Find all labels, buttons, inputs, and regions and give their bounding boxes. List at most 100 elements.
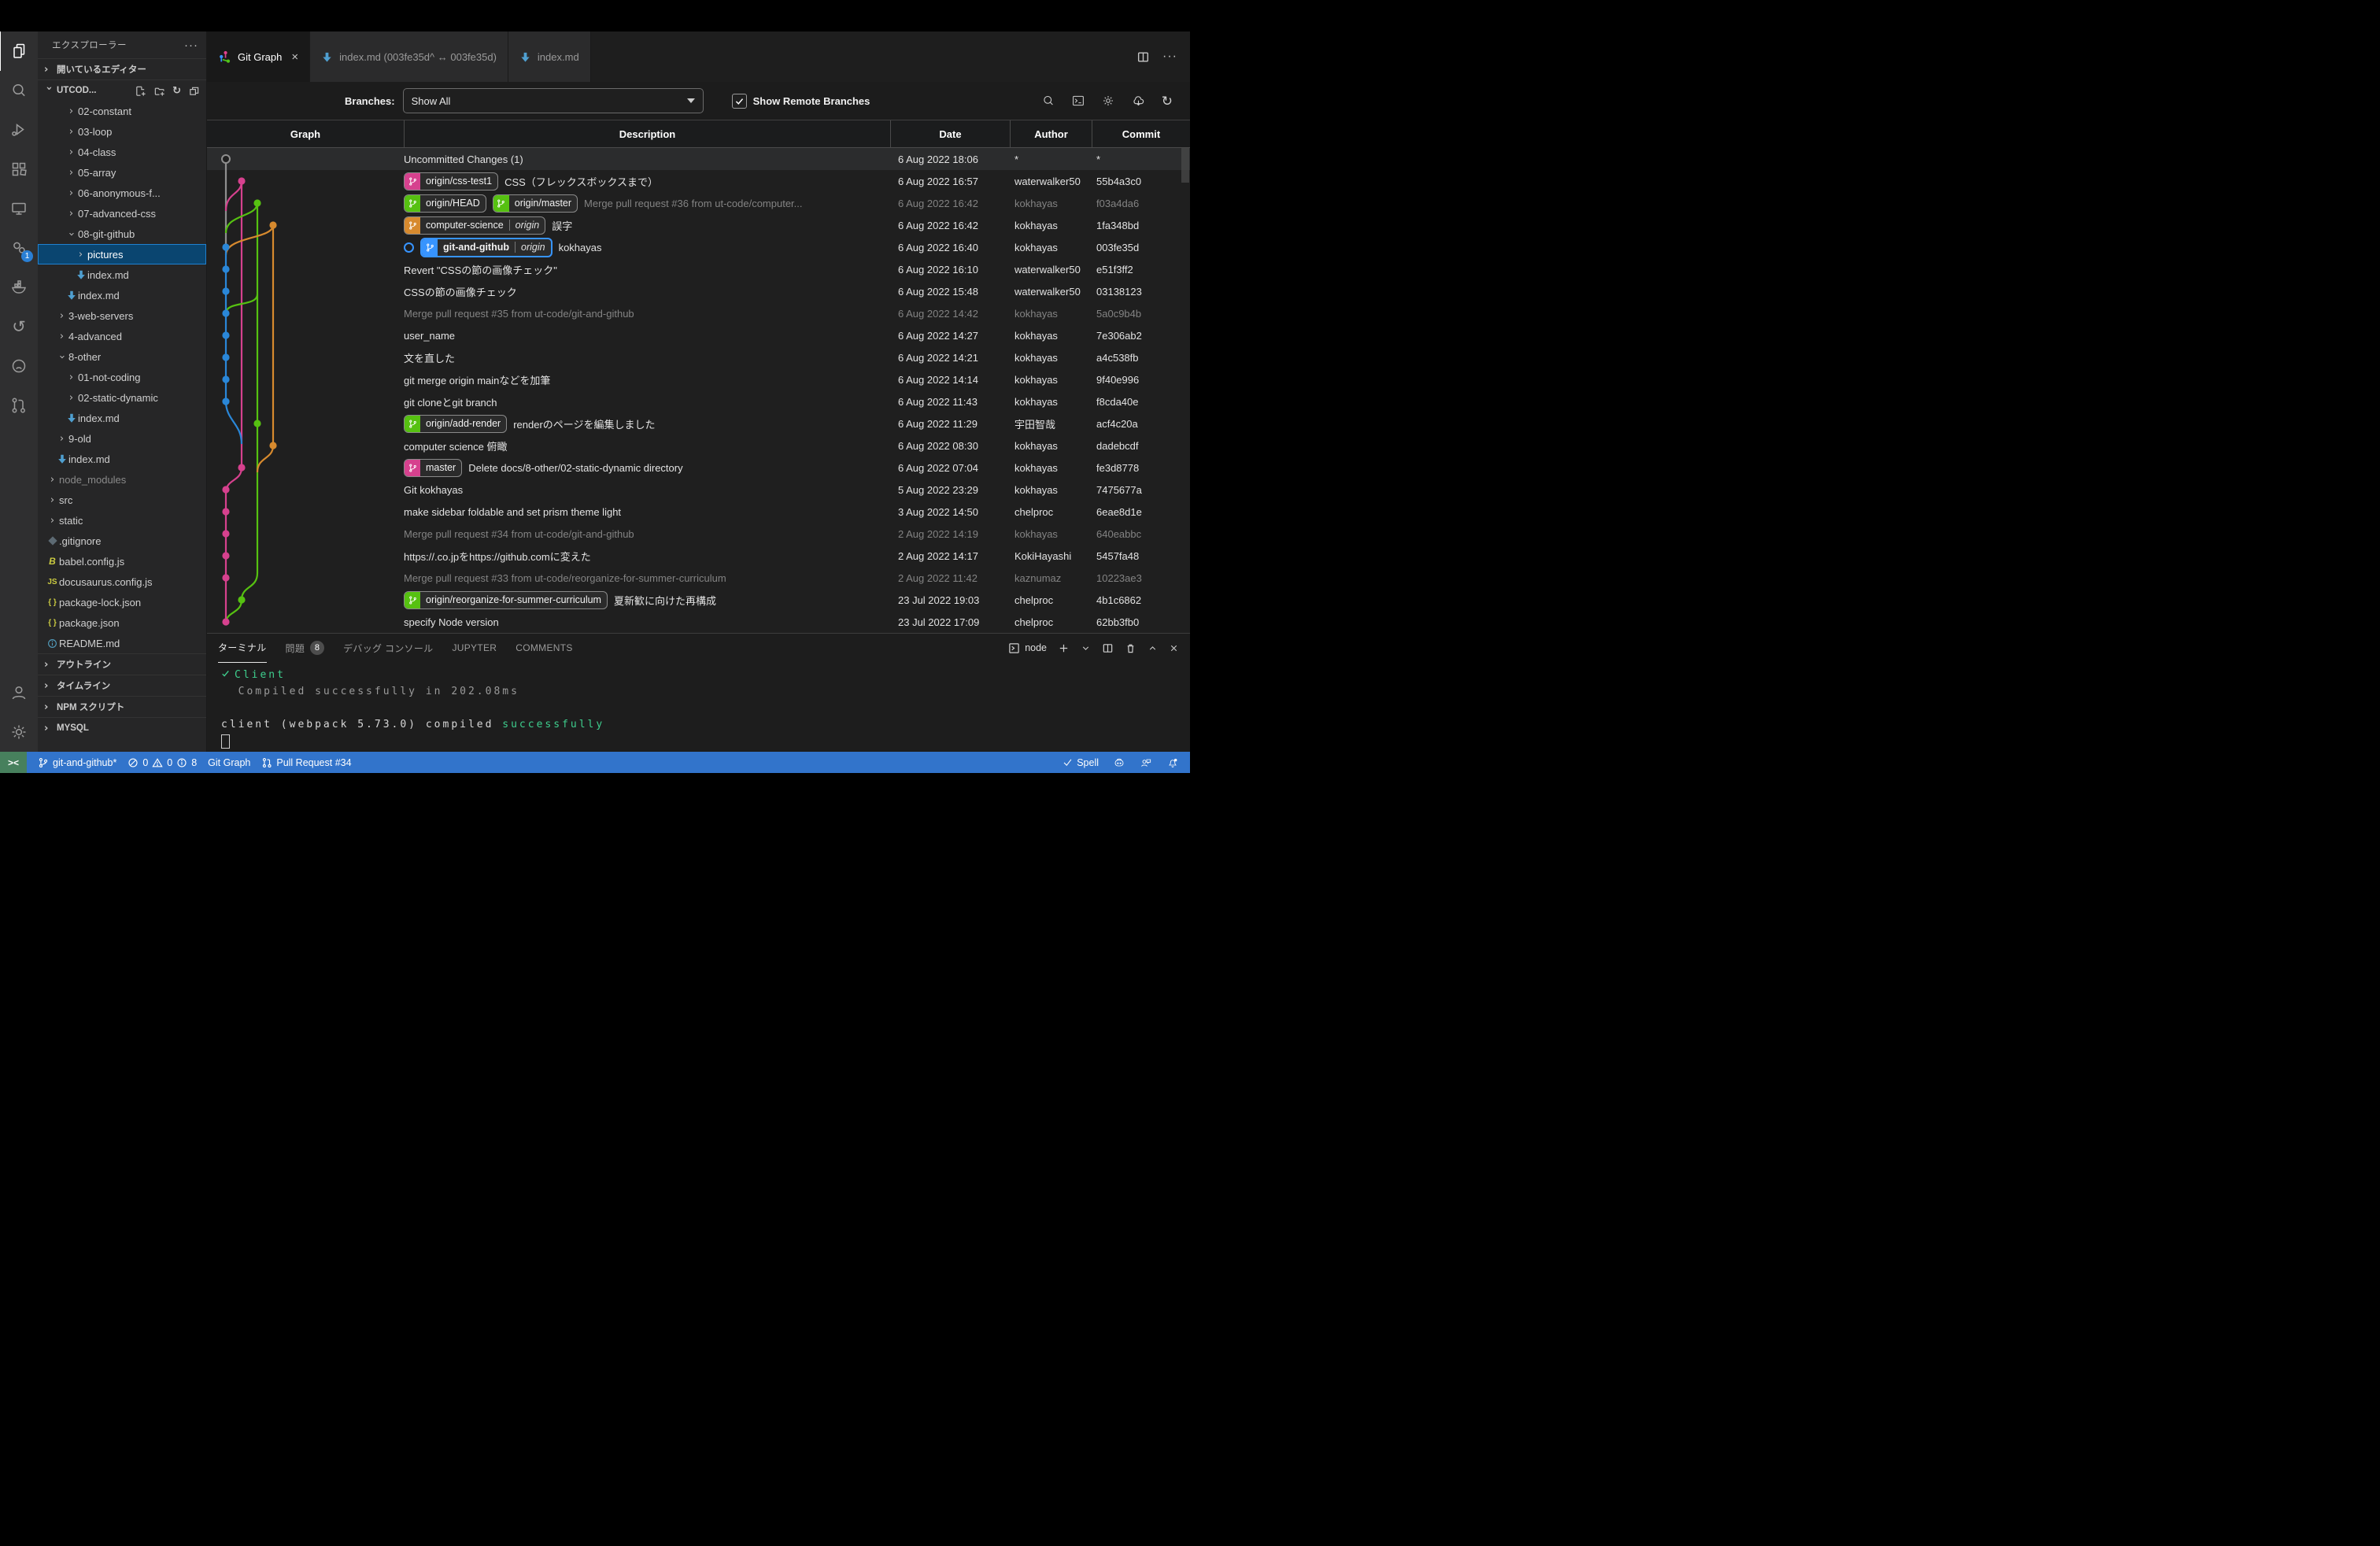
close-tab-icon[interactable]: × (291, 50, 298, 64)
commit-dot[interactable] (222, 353, 229, 361)
commit-row[interactable]: CSSの節の画像チェック6 Aug 2022 15:48waterwalker5… (207, 280, 1190, 302)
tree-item-docusaurus-config-js[interactable]: JSdocusaurus.config.js (38, 571, 206, 592)
commit-row[interactable]: Git kokhayas5 Aug 2022 23:29kokhayas7475… (207, 479, 1190, 501)
branch-badge[interactable]: origin/css-test1 (404, 172, 498, 190)
commit-dot[interactable] (222, 618, 229, 625)
commit-row[interactable]: git-and-githuboriginkokhayas6 Aug 2022 1… (207, 236, 1190, 258)
show-remote-branches-checkbox[interactable]: Show Remote Branches (732, 94, 870, 109)
commit-dot[interactable] (222, 552, 229, 559)
tree-item-08-git-github[interactable]: ›08-git-github (38, 224, 206, 244)
tree-item-src[interactable]: ›src (38, 490, 206, 510)
commit-dot[interactable] (253, 199, 261, 206)
commit-row[interactable]: git merge origin mainなどを加筆6 Aug 2022 14:… (207, 368, 1190, 390)
explorer-icon[interactable] (0, 31, 39, 71)
tree-item-index-md[interactable]: index.md (38, 449, 206, 469)
new-file-icon[interactable] (135, 85, 146, 97)
npm-scripts-section[interactable]: ›NPM スクリプト (38, 696, 206, 717)
mysql-section[interactable]: ›MYSQL (38, 717, 206, 738)
refresh-icon[interactable]: ↻ (1162, 94, 1173, 108)
tree-item-readme-md[interactable]: README.md (38, 633, 206, 653)
commit-dot[interactable] (269, 442, 276, 449)
commit-row[interactable]: origin/css-test1CSS（フレックスボックスまで）6 Aug 20… (207, 170, 1190, 192)
tree-item-4-advanced[interactable]: ›4-advanced (38, 326, 206, 346)
tab-problems[interactable]: 問題8 (286, 634, 325, 662)
tree-item-package-lock-json[interactable]: { }package-lock.json (38, 592, 206, 612)
commit-dot[interactable] (222, 486, 229, 493)
commit-dot[interactable] (222, 155, 230, 163)
commit-row[interactable]: Revert "CSSの節の画像チェック"6 Aug 2022 16:10wat… (207, 258, 1190, 280)
commit-row[interactable]: computer-scienceorigin誤字6 Aug 2022 16:42… (207, 214, 1190, 236)
branch-badge[interactable]: git-and-githuborigin (420, 238, 552, 257)
new-folder-icon[interactable] (153, 85, 165, 97)
branch-badge[interactable]: origin/add-render (404, 415, 507, 433)
commit-row[interactable]: specify Node version23 Jul 2022 17:09che… (207, 611, 1190, 633)
commit-row[interactable]: Merge pull request #34 from ut-code/git-… (207, 523, 1190, 545)
workspace-section[interactable]: › UTCOD... ↻ (38, 80, 206, 101)
remote-explorer-icon[interactable] (0, 189, 38, 228)
tree-item-index-md[interactable]: index.md (38, 285, 206, 305)
commit-dot[interactable] (238, 177, 245, 184)
commit-row[interactable]: user_name6 Aug 2022 14:27kokhayas7e306ab… (207, 324, 1190, 346)
account-icon[interactable] (0, 673, 38, 712)
branch-badge[interactable]: master (404, 459, 462, 477)
tree-item-index-md[interactable]: index.md (38, 408, 206, 428)
commit-row[interactable]: computer science 俯瞰6 Aug 2022 08:30kokha… (207, 435, 1190, 457)
tree-item-03-loop[interactable]: ›03-loop (38, 121, 206, 142)
kill-terminal-icon[interactable] (1125, 642, 1136, 654)
commit-dot[interactable] (222, 398, 229, 405)
terminal-output[interactable]: Client Compiled successfully in 202.08ms… (207, 662, 1190, 752)
open-editors-section[interactable]: › 開いているエディター (38, 58, 206, 80)
pull-request-activity-icon[interactable] (0, 386, 38, 425)
split-editor-icon[interactable] (1136, 50, 1150, 64)
commit-dot[interactable] (222, 508, 229, 515)
branch-status-item[interactable]: git-and-github* (38, 757, 116, 768)
tab-index-md[interactable]: index.md (508, 31, 591, 82)
commit-dot[interactable] (222, 574, 229, 581)
tree-item-01-not-coding[interactable]: ›01-not-coding (38, 367, 206, 387)
find-commit-icon[interactable] (1041, 94, 1055, 108)
settings-icon[interactable] (1101, 94, 1115, 108)
refresh-explorer-icon[interactable]: ↻ (172, 84, 181, 97)
notifications-bell-icon[interactable] (1166, 756, 1179, 769)
tree-item-06-anonymous-f-[interactable]: ›06-anonymous-f... (38, 183, 206, 203)
live-share-icon[interactable]: 1 (0, 228, 38, 268)
tree-item-node-modules[interactable]: ›node_modules (38, 469, 206, 490)
new-terminal-icon[interactable] (1058, 642, 1070, 654)
commit-row[interactable]: git cloneとgit branch6 Aug 2022 11:43kokh… (207, 390, 1190, 412)
tab-index-md-diff[interactable]: index.md (003fe35d^ ↔ 003fe35d) (310, 31, 508, 82)
tab-git-graph[interactable]: Git Graph × (207, 31, 310, 82)
commit-dot[interactable] (222, 309, 229, 316)
run-debug-icon[interactable] (0, 110, 38, 150)
settings-gear-icon[interactable] (0, 712, 38, 752)
tree-item-9-old[interactable]: ›9-old (38, 428, 206, 449)
commit-row[interactable]: 文を直した6 Aug 2022 14:21kokhayasa4c538fb (207, 346, 1190, 368)
commit-row[interactable]: https://.co.jpをhttps://github.comに変えた2 A… (207, 545, 1190, 567)
editor-more-actions-icon[interactable]: ··· (1162, 50, 1177, 64)
tree-item-02-static-dynamic[interactable]: ›02-static-dynamic (38, 387, 206, 408)
tree-item-3-web-servers[interactable]: ›3-web-servers (38, 305, 206, 326)
tab-terminal[interactable]: ターミナル (218, 634, 267, 663)
tree-item-05-array[interactable]: ›05-array (38, 162, 206, 183)
tree-item-07-advanced-css[interactable]: ›07-advanced-css (38, 203, 206, 224)
tree-item-02-constant[interactable]: ›02-constant (38, 101, 206, 121)
commit-dot[interactable] (222, 265, 229, 272)
commit-row[interactable]: masterDelete docs/8-other/02-static-dyna… (207, 457, 1190, 479)
commit-row[interactable]: origin/HEADorigin/masterMerge pull reque… (207, 192, 1190, 214)
commit-dot[interactable] (253, 420, 261, 427)
branch-badge[interactable]: origin/reorganize-for-summer-curriculum (404, 591, 608, 609)
explorer-more-icon[interactable]: ··· (184, 39, 198, 52)
tree-item-index-md[interactable]: index.md (38, 264, 206, 285)
feedback-icon[interactable] (1140, 756, 1152, 769)
tab-debug-console[interactable]: デバッグ コンソール (343, 634, 433, 662)
tree-item-babel-config-js[interactable]: Bbabel.config.js (38, 551, 206, 571)
collapse-all-icon[interactable] (188, 85, 200, 97)
outline-section[interactable]: ›アウトライン (38, 653, 206, 675)
tree-item-04-class[interactable]: ›04-class (38, 142, 206, 162)
docker-icon[interactable] (0, 268, 38, 307)
split-terminal-icon[interactable] (1102, 642, 1114, 654)
commit-dot[interactable] (222, 243, 229, 250)
tree-item-package-json[interactable]: { }package.json (38, 612, 206, 633)
shell-selector[interactable]: node (1008, 642, 1047, 654)
timeline-section[interactable]: ›タイムライン (38, 675, 206, 696)
cloud-download-icon[interactable] (1131, 94, 1146, 109)
